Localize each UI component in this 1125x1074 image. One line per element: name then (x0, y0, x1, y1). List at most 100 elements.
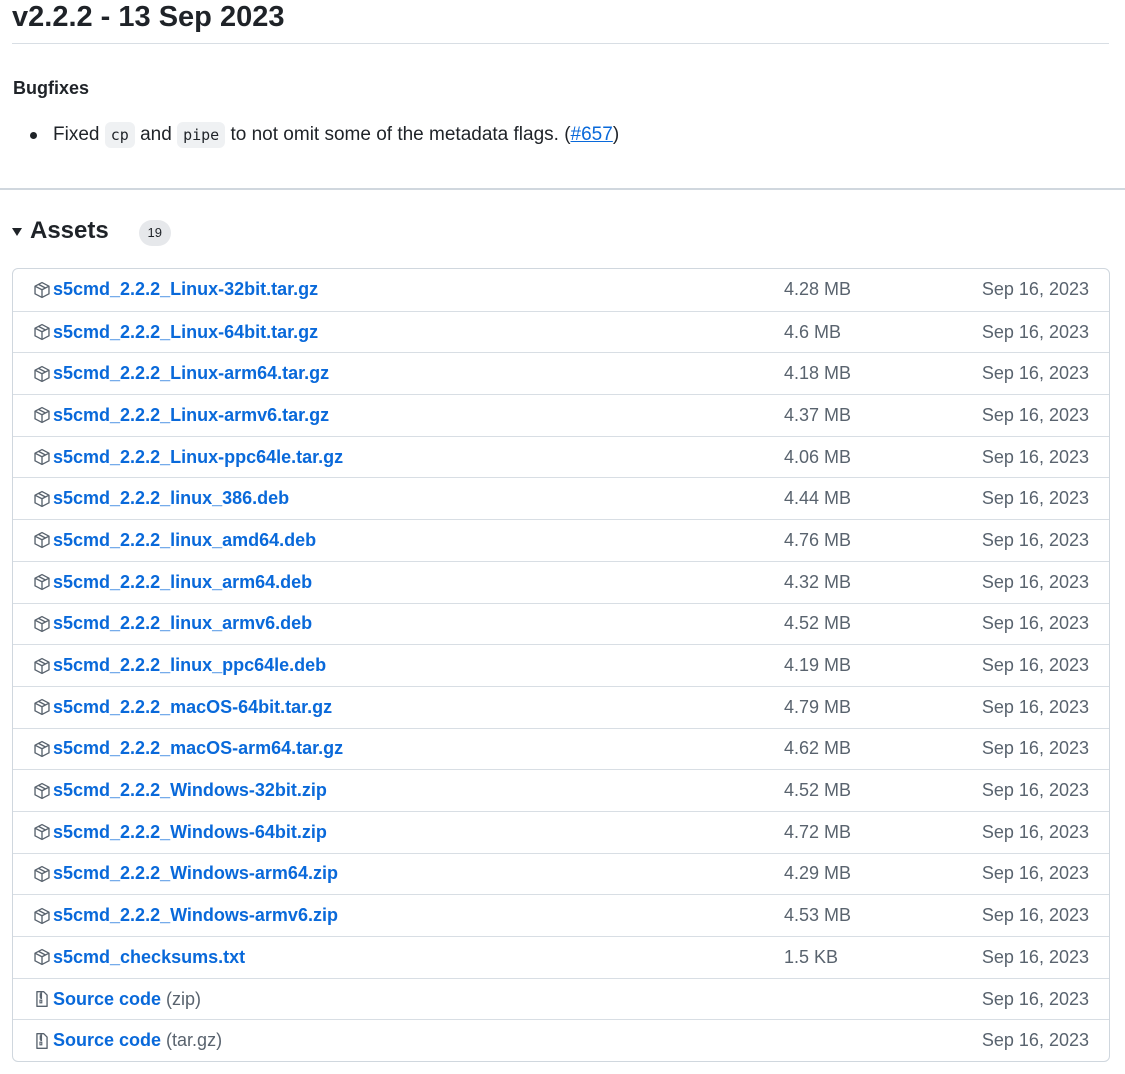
file-zip-icon (33, 990, 51, 1008)
asset-name: s5cmd_2.2.2_Windows-arm64.zip (53, 863, 338, 884)
package-icon (33, 740, 51, 758)
asset-name: s5cmd_2.2.2_Windows-armv6.zip (53, 905, 338, 926)
code-snippet-pipe: pipe (177, 121, 226, 148)
asset-name: s5cmd_2.2.2_Windows-32bit.zip (53, 780, 327, 801)
asset-date: Sep 16, 2023 (981, 446, 1089, 467)
asset-name: s5cmd_2.2.2_linux_386.deb (53, 488, 290, 509)
package-icon (33, 281, 51, 299)
asset-name: s5cmd_2.2.2_Linux-64bit.tar.gz (53, 321, 319, 342)
asset-download-link[interactable]: s5cmd_2.2.2_macOS-arm64.tar.gz (33, 729, 343, 770)
bugfixes-heading: Bugfixes (13, 78, 90, 98)
asset-row: s5cmd_2.2.2_Windows-64bit.zip 4.72 MB Sep … (13, 810, 1109, 853)
package-icon (33, 948, 51, 966)
package-icon (33, 698, 51, 716)
package-icon (33, 907, 51, 925)
asset-date: Sep 16, 2023 (981, 863, 1089, 884)
asset-row: s5cmd_2.2.2_Linux-64bit.tar.gz 4.6 MB Sep … (13, 310, 1109, 353)
asset-download-link[interactable]: s5cmd_2.2.2_Linux-64bit.tar.gz (33, 312, 318, 353)
bugfix-item: Fixed cp and pipe to not omit some of th… (0, 118, 619, 152)
asset-row: s5cmd_2.2.2_Windows-arm64.zip 4.29 MB Sep … (13, 852, 1109, 895)
assets-toggle[interactable]: Assets 19 (12, 213, 171, 249)
asset-row: Source code (zip) Sep 16, 2023 (13, 977, 1109, 1020)
asset-row: s5cmd_2.2.2_Linux-ppc64le.tar.gz 4.06 MB S… (13, 435, 1109, 478)
asset-size: 4.62 MB (784, 738, 852, 759)
asset-row: s5cmd_2.2.2_macOS-64bit.tar.gz 4.79 MB Sep… (13, 685, 1109, 728)
asset-date: Sep 16, 2023 (981, 363, 1089, 384)
asset-download-link[interactable]: s5cmd_2.2.2_Windows-64bit.zip (33, 812, 327, 853)
asset-date: Sep 16, 2023 (981, 404, 1089, 425)
package-icon (33, 615, 51, 633)
assets-list: s5cmd_2.2.2_Linux-32bit.tar.gz 4.28 MB Sep… (12, 268, 1110, 1063)
package-icon (33, 782, 51, 800)
asset-size: 4.52 MB (784, 780, 852, 801)
file-zip-icon (33, 1032, 51, 1050)
asset-download-link[interactable]: s5cmd_2.2.2_linux_amd64.deb (33, 520, 316, 561)
asset-download-link[interactable]: s5cmd_2.2.2_macOS-64bit.tar.gz (33, 687, 332, 728)
assets-count-badge: 19 (138, 220, 171, 246)
asset-row: s5cmd_2.2.2_linux_386.deb 4.44 MB Sep 16, … (13, 477, 1109, 519)
package-icon (33, 365, 51, 383)
package-icon (33, 823, 51, 841)
asset-size: 4.44 MB (784, 488, 852, 509)
bullet-icon (30, 132, 37, 139)
asset-name: s5cmd_2.2.2_Windows-64bit.zip (53, 821, 327, 842)
asset-row: s5cmd_2.2.2_linux_armv6.deb 4.52 MB Sep 16… (13, 602, 1109, 645)
asset-download-link[interactable]: s5cmd_2.2.2_Windows-32bit.zip (33, 770, 327, 811)
asset-download-link[interactable]: s5cmd_2.2.2_Windows-arm64.zip (33, 854, 338, 895)
asset-row: s5cmd_2.2.2_linux_ppc64le.deb 4.19 MB Sep … (13, 644, 1109, 686)
asset-download-link[interactable]: s5cmd_2.2.2_Linux-arm64.tar.gz (33, 353, 329, 394)
asset-download-link[interactable]: Source code (zip) (33, 979, 201, 1020)
asset-download-link[interactable]: s5cmd_2.2.2_linux_386.deb (33, 478, 289, 519)
asset-date: Sep 16, 2023 (981, 738, 1089, 759)
asset-date: Sep 16, 2023 (981, 905, 1089, 926)
note-text: to not omit some of the metadata flags. … (230, 124, 571, 145)
asset-date: Sep 16, 2023 (981, 696, 1089, 717)
package-icon (33, 490, 51, 508)
asset-name: s5cmd_2.2.2_Linux-arm64.tar.gz (53, 363, 330, 384)
package-icon (33, 657, 51, 675)
asset-download-link[interactable]: s5cmd_2.2.2_linux_armv6.deb (33, 604, 312, 645)
asset-size: 4.72 MB (784, 821, 852, 842)
asset-download-link[interactable]: s5cmd_2.2.2_Linux-32bit.tar.gz (33, 269, 318, 311)
asset-row: Source code (tar.gz) Sep 16, 2023 (13, 1019, 1109, 1061)
asset-format: (tar.gz) (166, 1030, 223, 1051)
asset-size: 4.76 MB (784, 529, 852, 550)
package-icon (33, 531, 51, 549)
title-divider (12, 43, 1109, 44)
asset-name: s5cmd_2.2.2_Linux-32bit.tar.gz (53, 279, 319, 300)
asset-size: 4.37 MB (784, 404, 852, 425)
asset-name: s5cmd_2.2.2_Linux-ppc64le.tar.gz (53, 446, 344, 467)
code-snippet-cp: cp (104, 121, 135, 148)
asset-name: s5cmd_2.2.2_Linux-armv6.tar.gz (53, 404, 330, 425)
asset-row: s5cmd_2.2.2_Linux-32bit.tar.gz 4.28 MB Sep… (13, 269, 1109, 311)
asset-size: 4.79 MB (784, 696, 852, 717)
asset-download-link[interactable]: s5cmd_2.2.2_Linux-armv6.tar.gz (33, 395, 329, 436)
asset-row: s5cmd_checksums.txt 1.5 KB Sep 16, 2023 (13, 936, 1109, 978)
asset-size: 1.5 KB (784, 946, 839, 967)
asset-download-link[interactable]: s5cmd_checksums.txt (33, 937, 245, 978)
asset-date: Sep 16, 2023 (981, 571, 1089, 592)
asset-size: 4.28 MB (784, 279, 852, 300)
asset-size: 4.29 MB (784, 863, 852, 884)
caret-down-icon (12, 228, 22, 236)
asset-row: s5cmd_2.2.2_macOS-arm64.tar.gz 4.62 MB Sep… (13, 727, 1109, 770)
asset-name: s5cmd_2.2.2_linux_arm64.deb (53, 571, 313, 592)
asset-size: 4.52 MB (784, 613, 852, 634)
asset-download-link[interactable]: Source code (tar.gz) (33, 1020, 222, 1061)
issue-link[interactable]: #657 (571, 124, 613, 145)
asset-date: Sep 16, 2023 (981, 821, 1089, 842)
asset-row: s5cmd_2.2.2_linux_arm64.deb 4.32 MB Sep 16… (13, 560, 1109, 603)
asset-date: Sep 16, 2023 (981, 1030, 1089, 1051)
asset-download-link[interactable]: s5cmd_2.2.2_Linux-ppc64le.tar.gz (33, 437, 343, 478)
asset-date: Sep 16, 2023 (981, 780, 1089, 801)
asset-name: s5cmd_2.2.2_linux_amd64.deb (53, 529, 317, 550)
asset-download-link[interactable]: s5cmd_2.2.2_linux_ppc64le.deb (33, 645, 326, 686)
assets-heading: Assets (30, 217, 109, 244)
asset-size: 4.53 MB (784, 905, 852, 926)
asset-download-link[interactable]: s5cmd_2.2.2_Windows-armv6.zip (33, 895, 338, 936)
asset-name: s5cmd_2.2.2_linux_ppc64le.deb (53, 655, 327, 676)
asset-date: Sep 16, 2023 (981, 529, 1089, 550)
package-icon (33, 448, 51, 466)
asset-date: Sep 16, 2023 (981, 613, 1089, 634)
asset-download-link[interactable]: s5cmd_2.2.2_linux_arm64.deb (33, 562, 312, 603)
